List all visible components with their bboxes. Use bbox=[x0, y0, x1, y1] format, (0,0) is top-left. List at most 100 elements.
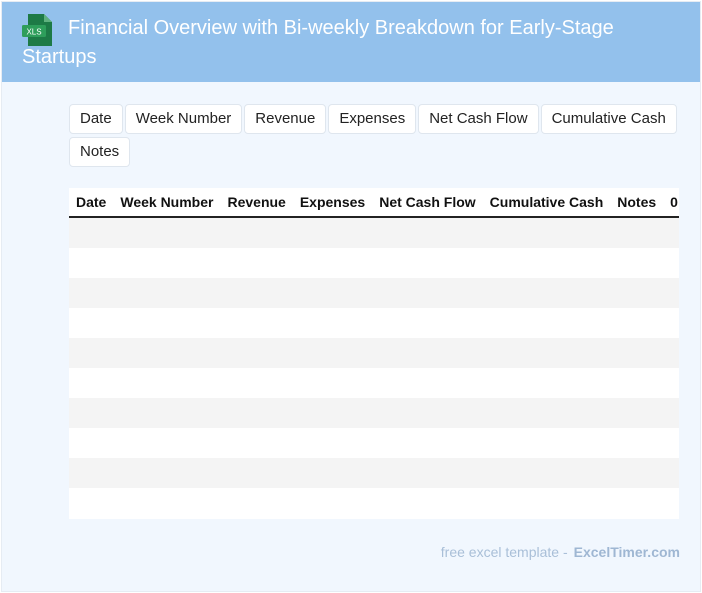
table-cell[interactable] bbox=[113, 368, 221, 398]
table-cell[interactable] bbox=[113, 428, 221, 458]
table-cell[interactable] bbox=[69, 458, 114, 488]
table-cell[interactable] bbox=[220, 248, 293, 278]
table-cell[interactable] bbox=[663, 428, 679, 458]
table-cell[interactable] bbox=[292, 488, 373, 518]
chip-expenses[interactable]: Expenses bbox=[328, 104, 417, 134]
table-cell[interactable] bbox=[482, 217, 611, 248]
table-cell[interactable] bbox=[482, 248, 611, 278]
table-cell[interactable] bbox=[663, 217, 679, 248]
table-cell[interactable] bbox=[610, 217, 664, 248]
table-cell[interactable] bbox=[69, 278, 114, 308]
table-cell[interactable] bbox=[610, 458, 664, 488]
table-cell[interactable] bbox=[372, 458, 483, 488]
table-cell[interactable] bbox=[663, 488, 679, 518]
table-cell[interactable] bbox=[610, 488, 664, 518]
table-cell[interactable] bbox=[220, 278, 293, 308]
table-cell[interactable] bbox=[69, 368, 114, 398]
table-cell[interactable] bbox=[372, 278, 483, 308]
table-cell[interactable] bbox=[220, 368, 293, 398]
table-cell[interactable] bbox=[220, 308, 293, 338]
table-cell[interactable] bbox=[372, 428, 483, 458]
table-cell[interactable] bbox=[69, 217, 114, 248]
table-cell[interactable] bbox=[610, 398, 664, 428]
table-cell[interactable] bbox=[610, 338, 664, 368]
table-cell[interactable] bbox=[220, 488, 293, 518]
table-cell[interactable] bbox=[372, 368, 483, 398]
table-cell[interactable] bbox=[482, 398, 611, 428]
table-cell[interactable] bbox=[372, 398, 483, 428]
table-cell[interactable] bbox=[69, 398, 114, 428]
data-table-scroll[interactable]: Date Week Number Revenue Expenses Net Ca… bbox=[69, 188, 679, 519]
table-cell[interactable] bbox=[663, 398, 679, 428]
table-cell[interactable] bbox=[610, 368, 664, 398]
table-cell[interactable] bbox=[220, 217, 293, 248]
table-cell[interactable] bbox=[292, 278, 373, 308]
table-cell[interactable] bbox=[482, 458, 611, 488]
column-header-date: Date bbox=[69, 188, 114, 218]
column-header-cumulative-cash: Cumulative Cash bbox=[482, 188, 611, 218]
table-cell[interactable] bbox=[292, 368, 373, 398]
table-cell[interactable] bbox=[482, 308, 611, 338]
table-cell[interactable] bbox=[220, 458, 293, 488]
table-cell[interactable] bbox=[372, 338, 483, 368]
chip-week-number[interactable]: Week Number bbox=[124, 104, 243, 134]
table-cell[interactable] bbox=[482, 428, 611, 458]
table-row bbox=[69, 458, 679, 488]
table-cell[interactable] bbox=[372, 308, 483, 338]
table-cell[interactable] bbox=[610, 428, 664, 458]
column-chip-list: Date Week Number Revenue Expenses Net Ca… bbox=[69, 104, 679, 167]
table-cell[interactable] bbox=[113, 278, 221, 308]
table-cell[interactable] bbox=[610, 308, 664, 338]
table-cell[interactable] bbox=[663, 458, 679, 488]
data-table: Date Week Number Revenue Expenses Net Ca… bbox=[69, 188, 679, 518]
column-header-net-cash-flow: Net Cash Flow bbox=[372, 188, 483, 218]
table-cell[interactable] bbox=[292, 308, 373, 338]
table-cell[interactable] bbox=[610, 278, 664, 308]
table-cell[interactable] bbox=[372, 217, 483, 248]
table-cell[interactable] bbox=[482, 368, 611, 398]
table-cell[interactable] bbox=[113, 217, 221, 248]
table-cell[interactable] bbox=[113, 308, 221, 338]
table-cell[interactable] bbox=[372, 488, 483, 518]
table-cell[interactable] bbox=[220, 398, 293, 428]
table-cell[interactable] bbox=[113, 398, 221, 428]
table-cell[interactable] bbox=[663, 368, 679, 398]
table-cell[interactable] bbox=[292, 428, 373, 458]
chip-date[interactable]: Date bbox=[69, 104, 123, 134]
table-cell[interactable] bbox=[482, 488, 611, 518]
table-cell[interactable] bbox=[292, 338, 373, 368]
table-cell[interactable] bbox=[482, 338, 611, 368]
table-cell[interactable] bbox=[372, 248, 483, 278]
table-cell[interactable] bbox=[113, 458, 221, 488]
table-cell[interactable] bbox=[292, 398, 373, 428]
table-body bbox=[69, 217, 679, 518]
table-cell[interactable] bbox=[292, 217, 373, 248]
table-cell[interactable] bbox=[292, 248, 373, 278]
table-row bbox=[69, 488, 679, 518]
table-cell[interactable] bbox=[113, 248, 221, 278]
table-cell[interactable] bbox=[663, 278, 679, 308]
table-cell[interactable] bbox=[663, 338, 679, 368]
footer-brand-link[interactable]: ExcelTimer.com bbox=[574, 544, 680, 560]
table-cell[interactable] bbox=[69, 248, 114, 278]
chip-cumulative-cash[interactable]: Cumulative Cash bbox=[540, 104, 677, 134]
table-cell[interactable] bbox=[663, 248, 679, 278]
table-cell[interactable] bbox=[113, 488, 221, 518]
table-cell[interactable] bbox=[292, 458, 373, 488]
table-cell[interactable] bbox=[113, 338, 221, 368]
column-header-week-number: Week Number bbox=[113, 188, 221, 218]
table-cell[interactable] bbox=[69, 488, 114, 518]
chip-notes[interactable]: Notes bbox=[69, 137, 131, 167]
chip-revenue[interactable]: Revenue bbox=[244, 104, 327, 134]
table-cell[interactable] bbox=[69, 338, 114, 368]
table-cell[interactable] bbox=[220, 338, 293, 368]
table-header-row: Date Week Number Revenue Expenses Net Ca… bbox=[69, 188, 679, 218]
table-cell[interactable] bbox=[220, 428, 293, 458]
table-cell[interactable] bbox=[482, 278, 611, 308]
table-cell[interactable] bbox=[69, 308, 114, 338]
table-cell[interactable] bbox=[610, 248, 664, 278]
table-cell[interactable] bbox=[663, 308, 679, 338]
header-bar: XLS Financial Overview with Bi-weekly Br… bbox=[2, 2, 700, 82]
chip-net-cash-flow[interactable]: Net Cash Flow bbox=[418, 104, 539, 134]
table-cell[interactable] bbox=[69, 428, 114, 458]
